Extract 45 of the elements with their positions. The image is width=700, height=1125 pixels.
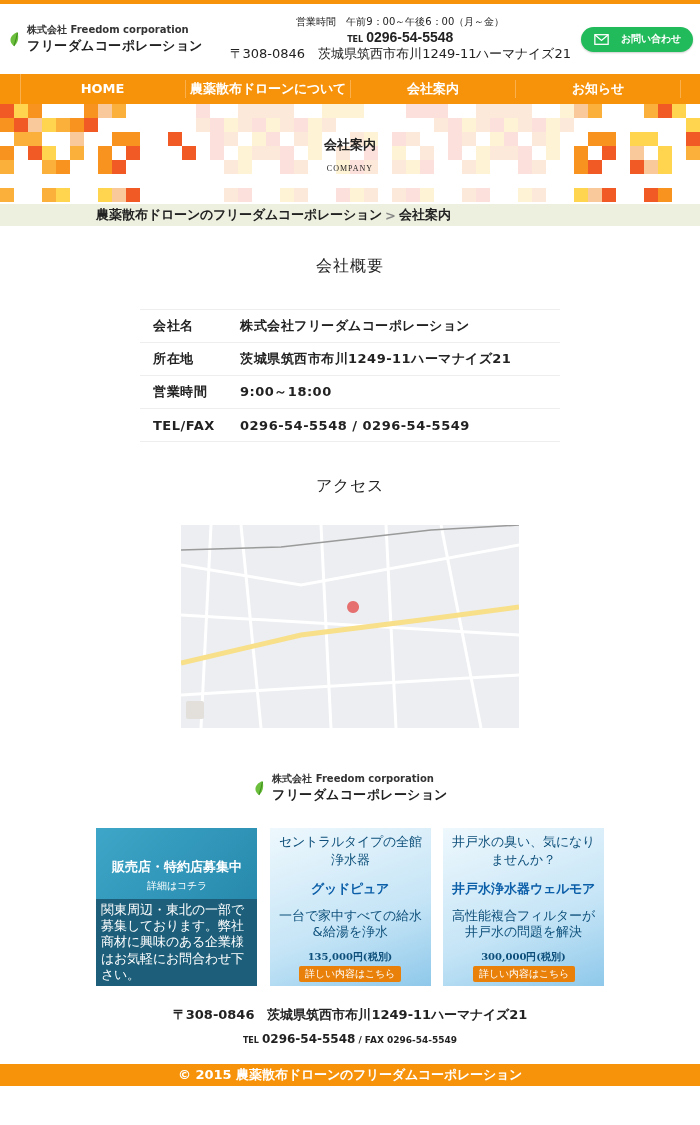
breadcrumb-separator: > [385,207,396,223]
copyright-bar: © 2015 農薬散布ドローンのフリーダムコーポレーション [0,1064,700,1086]
address: 〒308-0846 茨城県筑西市布川1249-11ハーマナイズ21 [229,45,571,63]
logo-name[interactable]: フリーダムコーポレーション [272,786,448,804]
fax-number: / FAX 0296-54-5549 [358,1035,458,1045]
phone-number: 0296-54-5548 [366,29,454,45]
page-subtitle: COMPANY [326,163,374,173]
logo-subtitle: 株式会社 Freedom corporation [27,23,190,37]
row-label: TEL/FAX [152,417,216,433]
section-title: アクセス [315,476,385,497]
recruit-banner[interactable]: 販売店・特約店募集中 詳細はコチラ 関東周辺・東北の一部で募集しております。弊社商材に興味のある企業様はお気軽にお問合わせ下さい。 [96,828,257,986]
logo-name[interactable]: フリーダムコーポレーション [27,37,203,55]
row-label: 営業時間 [152,383,208,401]
banner-lead: 井戸水の臭い、気になりませんか？ [451,833,596,869]
product-banner[interactable]: セントラルタイプの全館浄水器 グッドピュア 一台で家中すべての給水&給湯を浄水 135,000円(税別) 詳しい内容はこちら [269,828,431,986]
row-value: 0296-54-5548 / 0296-54-5549 [240,417,470,433]
section-title: 会社概要 [315,256,385,277]
logo-subtitle: 株式会社 Freedom corporation [272,772,435,786]
row-value: 株式会社フリーダムコーポレーション [240,317,470,335]
banner-headline: グッドピュア [311,879,389,898]
banner-tagline: 一台で家中すべての給水&給湯を浄水 [277,908,423,940]
tel-label: TEL [242,1036,259,1045]
breadcrumb-current: 会社案内 [398,206,451,224]
business-hours: 営業時間 午前9：00～午後6：00（月～金） [296,15,505,29]
details-button: 詳しい内容はこちら [472,965,575,982]
row-value: 茨城県筑西市布川1249-11ハーマナイズ21 [240,350,512,368]
banner-headline: 販売店・特約店募集中 [111,857,242,876]
product-banner[interactable]: 井戸水の臭い、気になりませんか？ 井戸水浄水器ウェルモア 高性能複合フィルターが井戸水の問題を解決 300,000円(税別) 詳しい内容はこちら [443,828,604,986]
footer-address: 〒308-0846 茨城県筑西市布川1249-11ハーマナイズ21 [171,1006,529,1024]
banner-link-text: 詳細はコチラ [146,878,207,893]
details-button: 詳しい内容はこちら [299,965,401,982]
mail-icon [593,33,609,45]
breadcrumb-link[interactable]: 農薬散布ドローンのフリーダムコーポレーション [96,206,382,224]
row-label: 所在地 [152,350,195,368]
banner-tagline: 高性能複合フィルターが井戸水の問題を解決 [451,908,596,940]
tel-label: TEL [347,35,364,44]
banner-note: 関東周辺・東北の一部で募集しております。弊社商材に興味のある企業様はお気軽にお問合わせ下さい。 [96,898,257,986]
row-label: 会社名 [152,317,195,335]
banner-price: 300,000円(税別) [481,949,566,964]
banner-price: 135,000円(税別) [307,949,393,964]
phone-number: 0296-54-5548 [261,1032,356,1046]
page-title: 会社案内 [324,135,376,154]
banner-headline: 井戸水浄水器ウェルモア [452,879,595,898]
row-value: 9:00～18:00 [240,383,332,401]
banner-lead: セントラルタイプの全館浄水器 [277,833,423,869]
